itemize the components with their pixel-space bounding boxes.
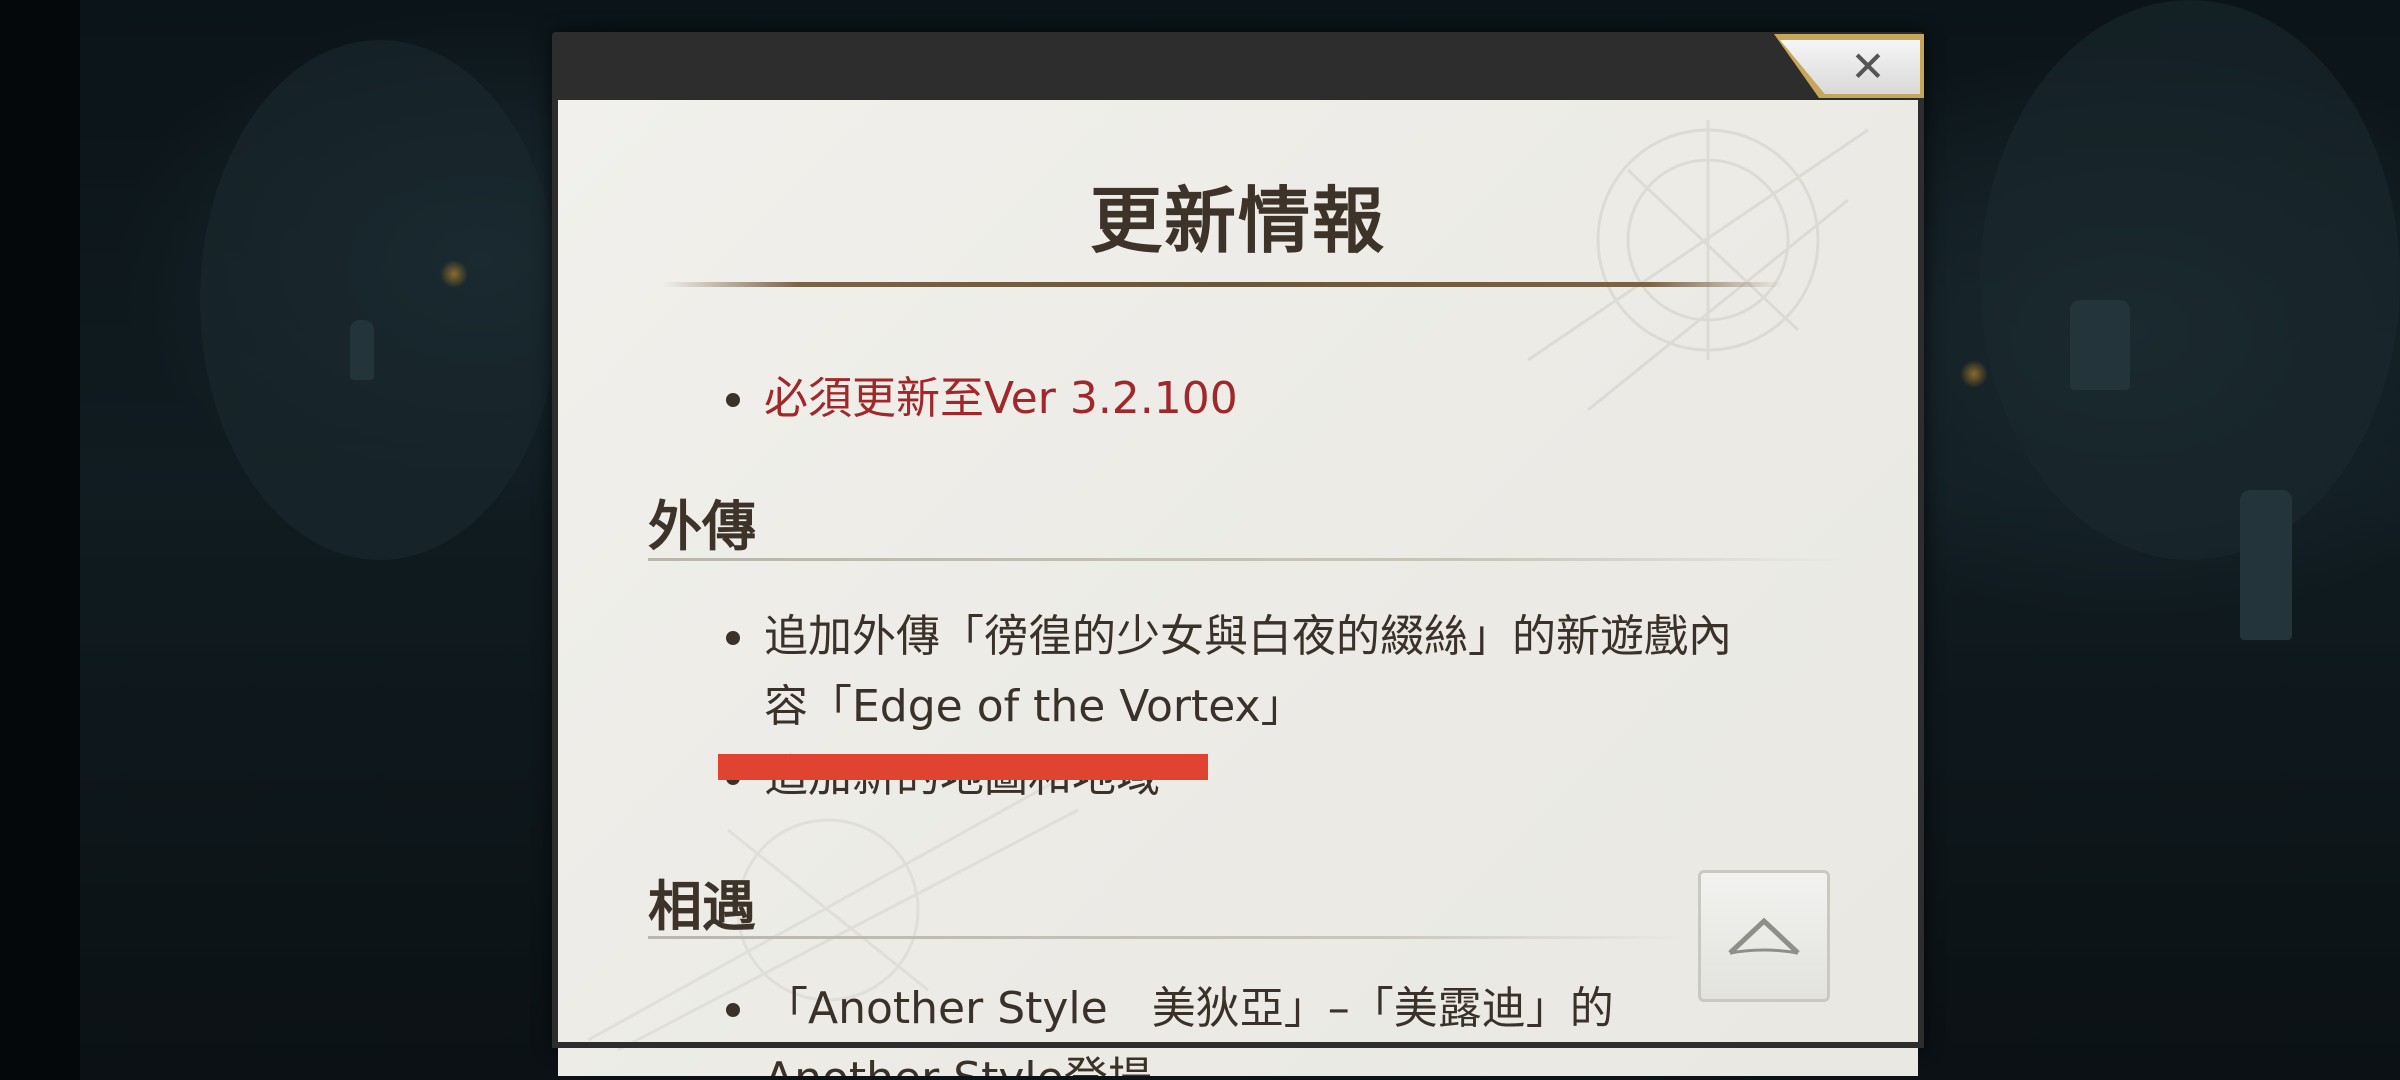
section-divider bbox=[648, 936, 1688, 939]
section-title-encounter: 相遇 bbox=[648, 875, 756, 938]
npc-character-right bbox=[2240, 490, 2292, 640]
list-item-continuation-text: Another Style登場 bbox=[764, 1053, 1152, 1076]
section-title-side-story: 外傳 bbox=[648, 495, 756, 558]
list-item-continuation-text: 容「Edge of the Vortex」 bbox=[764, 681, 1305, 732]
update-info-dialog: ✕ 更新情報 必須更新至Ver 3.2.100 外傳 追加外傳「徬徨的少女與白夜… bbox=[552, 32, 1924, 1076]
chevron-up-icon bbox=[1728, 917, 1800, 955]
dialog-header-bar: ✕ bbox=[552, 32, 1924, 100]
title-divider bbox=[664, 282, 1784, 287]
close-icon[interactable]: ✕ bbox=[1830, 38, 1906, 96]
list-item: 「Another Style 美狄亞」–「美露迪」的 bbox=[726, 974, 1614, 1044]
list-item-continuation: Another Style登場 bbox=[764, 1044, 1152, 1076]
npc-character-merchant bbox=[2070, 300, 2130, 390]
cave-rock-left bbox=[200, 40, 560, 560]
dialog-content[interactable]: 更新情報 必須更新至Ver 3.2.100 外傳 追加外傳「徬徨的少女與白夜的綴… bbox=[558, 100, 1918, 1076]
required-update-notice: 必須更新至Ver 3.2.100 bbox=[726, 364, 1238, 434]
section-divider bbox=[648, 558, 1848, 561]
lantern-right bbox=[1960, 360, 1988, 388]
decorative-emblem-watermark bbox=[1527, 120, 1869, 412]
lantern-left bbox=[440, 260, 468, 288]
list-item: 追加外傳「徬徨的少女與白夜的綴絲」的新遊戲內 bbox=[726, 602, 1732, 672]
close-button[interactable]: ✕ bbox=[1774, 34, 1924, 98]
red-underline-annotation bbox=[718, 754, 1208, 780]
scroll-to-top-button[interactable] bbox=[1698, 870, 1830, 1002]
dialog-title: 更新情報 bbox=[1089, 179, 1386, 263]
npc-character-left bbox=[350, 320, 374, 380]
dialog-bottom-frame bbox=[552, 1042, 1924, 1048]
list-item-continuation: 容「Edge of the Vortex」 bbox=[764, 672, 1305, 742]
cave-rock-right bbox=[1980, 0, 2400, 560]
